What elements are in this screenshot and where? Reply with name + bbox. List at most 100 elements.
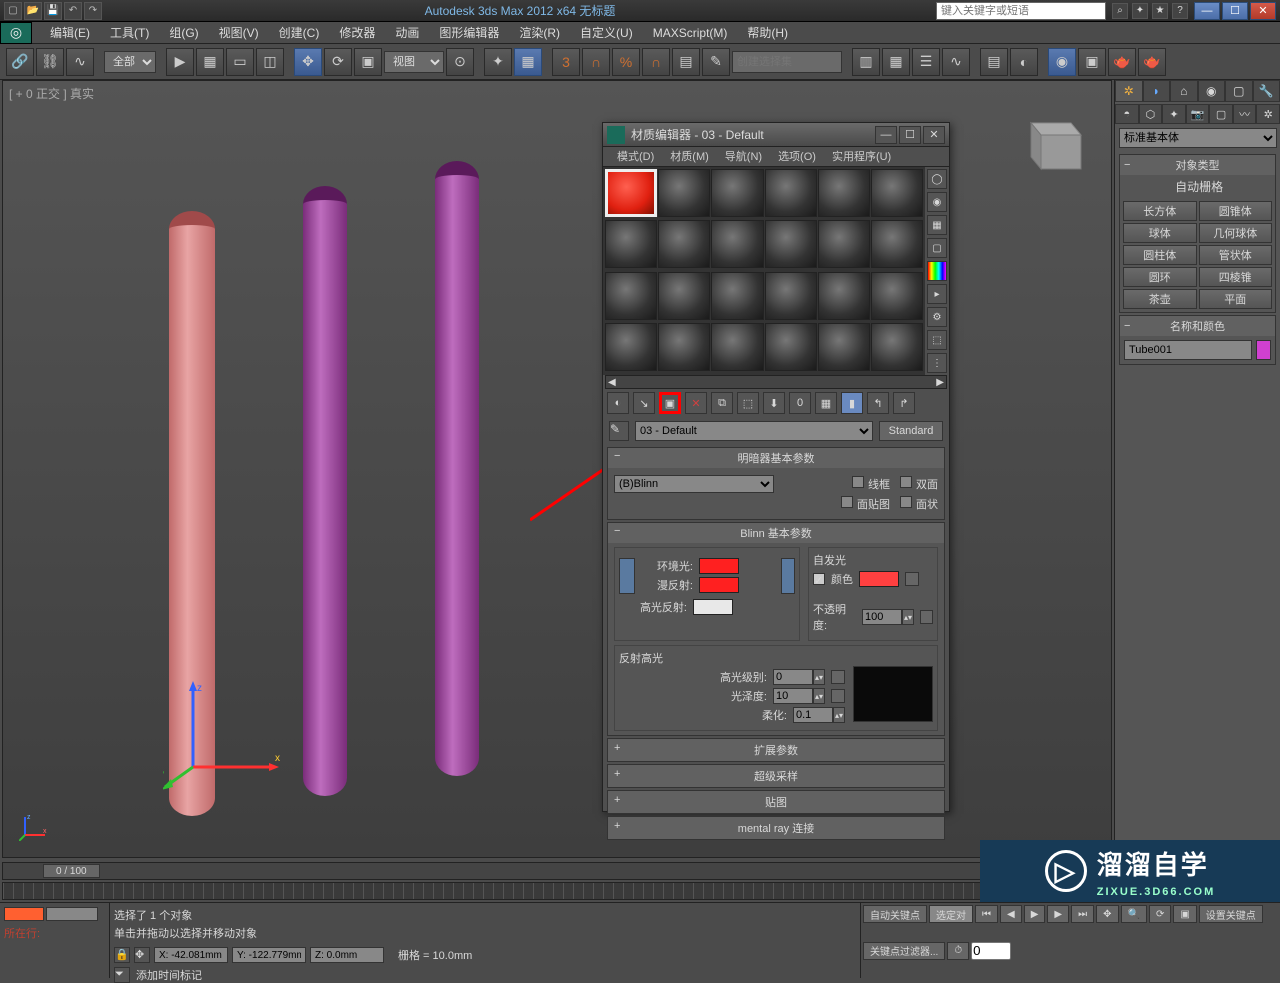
- box-button[interactable]: 长方体: [1123, 201, 1197, 221]
- material-slot[interactable]: [871, 220, 923, 268]
- render-frame-icon[interactable]: ▣: [1078, 48, 1106, 76]
- ref-coord-dropdown[interactable]: 视图: [384, 51, 444, 73]
- time-tag-icon[interactable]: ⏷: [114, 967, 130, 983]
- lock-icon[interactable]: 🔒: [114, 947, 130, 963]
- material-slot[interactable]: [818, 272, 870, 320]
- self-illum-map-button[interactable]: [905, 572, 919, 586]
- wire-checkbox[interactable]: 线框: [852, 476, 890, 492]
- tube-object-1[interactable]: [169, 211, 215, 816]
- options-icon[interactable]: ✦: [1132, 3, 1148, 19]
- sample-uv-icon[interactable]: ▢: [927, 238, 947, 258]
- lights-icon[interactable]: ✦: [1162, 104, 1186, 124]
- material-slot[interactable]: [818, 323, 870, 371]
- diffuse-swatch[interactable]: [699, 577, 739, 593]
- next-frame-icon[interactable]: ▶: [1047, 905, 1069, 923]
- reset-map-icon[interactable]: ✕: [685, 392, 707, 414]
- material-editor-titlebar[interactable]: 材质编辑器 - 03 - Default — ☐ ✕: [603, 123, 949, 147]
- self-illum-swatch[interactable]: [859, 571, 899, 587]
- add-time-tag[interactable]: 添加时间标记: [136, 967, 202, 983]
- rotate-icon[interactable]: ⟳: [324, 48, 352, 76]
- material-slot[interactable]: [605, 272, 657, 320]
- menu-maxscript[interactable]: MAXScript(M): [643, 22, 738, 44]
- systems-icon[interactable]: ✲: [1256, 104, 1280, 124]
- autogrid-checkbox[interactable]: 自动栅格: [1172, 180, 1223, 194]
- material-slot[interactable]: [871, 169, 923, 217]
- select-name-icon[interactable]: ▦: [196, 48, 224, 76]
- selection-set-input[interactable]: [732, 51, 842, 73]
- material-slot-1[interactable]: [605, 169, 657, 217]
- go-forward-icon[interactable]: ↱: [893, 392, 915, 414]
- schematic-icon[interactable]: ▤: [980, 48, 1008, 76]
- menu-customize[interactable]: 自定义(U): [570, 22, 643, 44]
- get-material-icon[interactable]: ◐: [607, 392, 629, 414]
- geometry-icon[interactable]: ◓: [1115, 104, 1139, 124]
- current-frame-input[interactable]: [971, 942, 1011, 960]
- search-input[interactable]: [936, 2, 1106, 20]
- mentalray-rollout[interactable]: +mental ray 连接: [607, 816, 945, 840]
- viewcube[interactable]: [1011, 101, 1091, 181]
- align-icon[interactable]: ▤: [672, 48, 700, 76]
- selected-only-button[interactable]: 选定对: [929, 905, 973, 923]
- new-icon[interactable]: ▢: [4, 2, 22, 20]
- material-type-button[interactable]: Standard: [879, 421, 943, 441]
- geosphere-button[interactable]: 几何球体: [1199, 223, 1273, 243]
- display-tab-icon[interactable]: ▢: [1225, 80, 1253, 102]
- layer-icon[interactable]: ☰: [912, 48, 940, 76]
- go-parent-icon[interactable]: ↰: [867, 392, 889, 414]
- select-icon[interactable]: ▶: [166, 48, 194, 76]
- put-to-scene-icon[interactable]: ↘: [633, 392, 655, 414]
- matmenu-navigate[interactable]: 导航(N): [717, 147, 770, 166]
- modify-tab-icon[interactable]: ◗: [1143, 80, 1171, 102]
- coord-y[interactable]: [232, 947, 306, 963]
- sample-type-icon[interactable]: ◯: [927, 169, 947, 189]
- matmenu-mode[interactable]: 模式(D): [609, 147, 662, 166]
- coord-z[interactable]: [310, 947, 384, 963]
- scale-icon[interactable]: ▣: [354, 48, 382, 76]
- mat-maximize-button[interactable]: ☐: [899, 126, 921, 144]
- bind-icon[interactable]: ∿: [66, 48, 94, 76]
- menu-animation[interactable]: 动画: [385, 22, 429, 44]
- key-filters-button[interactable]: 关键点过滤器...: [863, 942, 945, 960]
- show-map-icon[interactable]: ▦: [815, 392, 837, 414]
- background-icon[interactable]: ▦: [927, 215, 947, 235]
- material-editor-icon[interactable]: ◐: [1010, 48, 1038, 76]
- rollout-header[interactable]: −明暗器基本参数: [608, 448, 944, 468]
- star-icon[interactable]: ★: [1152, 3, 1168, 19]
- material-slot[interactable]: [605, 220, 657, 268]
- glossiness-spinner[interactable]: ▴▾: [773, 688, 825, 704]
- nav-zoom-icon[interactable]: 🔍: [1121, 905, 1147, 923]
- tube-object-2[interactable]: [303, 186, 347, 796]
- app-logo[interactable]: ◎: [0, 22, 32, 44]
- close-button[interactable]: ✕: [1250, 2, 1276, 20]
- specular-level-spinner[interactable]: ▴▾: [773, 669, 825, 685]
- percent-snap-icon[interactable]: ∩: [582, 48, 610, 76]
- menu-view[interactable]: 视图(V): [209, 22, 269, 44]
- snap-icon[interactable]: ∩: [642, 48, 670, 76]
- curve-editor-icon[interactable]: ∿: [942, 48, 970, 76]
- objecttype-rollout-header[interactable]: −对象类型: [1120, 155, 1275, 175]
- matmenu-material[interactable]: 材质(M): [662, 147, 717, 166]
- time-thumb[interactable]: 0 / 100: [43, 864, 100, 878]
- menu-modifiers[interactable]: 修改器: [329, 22, 385, 44]
- time-config-icon[interactable]: ⏱: [947, 942, 969, 960]
- hierarchy-tab-icon[interactable]: ⌂: [1170, 80, 1198, 102]
- material-name-dropdown[interactable]: 03 - Default: [635, 421, 873, 441]
- material-slot[interactable]: [658, 272, 710, 320]
- snap-toggle-icon[interactable]: ▦: [514, 48, 542, 76]
- material-slot[interactable]: [711, 169, 763, 217]
- prev-frame-icon[interactable]: ◀: [1000, 905, 1022, 923]
- menu-group[interactable]: 组(G): [159, 22, 208, 44]
- opacity-map-button[interactable]: [920, 610, 933, 624]
- video-color-icon[interactable]: [927, 261, 947, 281]
- lock-diffuse-spec-icon[interactable]: [781, 558, 795, 594]
- supersampling-rollout[interactable]: +超级采样: [607, 764, 945, 788]
- backlight-icon[interactable]: ◉: [927, 192, 947, 212]
- show-end-result-icon[interactable]: ▮: [841, 392, 863, 414]
- torus-button[interactable]: 圆环: [1123, 267, 1197, 287]
- cylinder-button[interactable]: 圆柱体: [1123, 245, 1197, 265]
- material-slot[interactable]: [871, 272, 923, 320]
- cone-button[interactable]: 圆锥体: [1199, 201, 1273, 221]
- nav-pan-icon[interactable]: ✥: [1096, 905, 1118, 923]
- menu-help[interactable]: 帮助(H): [737, 22, 798, 44]
- pick-material-icon[interactable]: ✎: [609, 421, 629, 441]
